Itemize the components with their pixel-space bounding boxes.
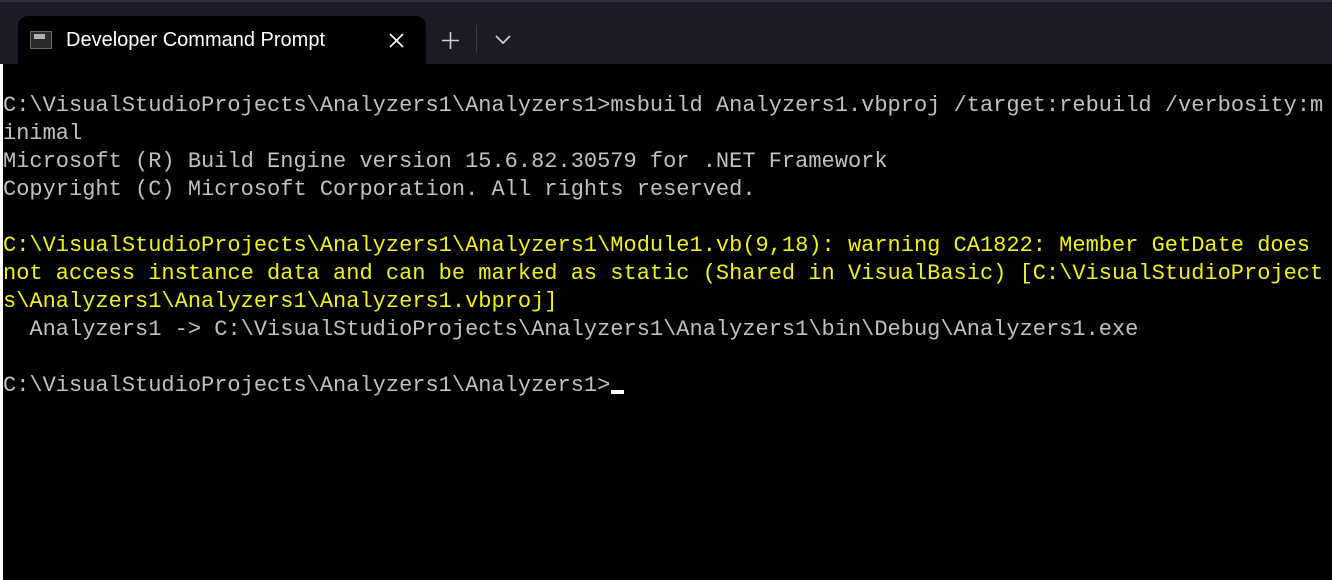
prompt-path: C:\VisualStudioProjects\Analyzers1\Analy… xyxy=(3,373,610,398)
terminal-content: C:\VisualStudioProjects\Analyzers1\Analy… xyxy=(3,92,1332,400)
title-bar: Developer Command Prompt xyxy=(0,0,1332,64)
prompt-path: C:\VisualStudioProjects\Analyzers1\Analy… xyxy=(3,93,610,118)
close-icon xyxy=(389,33,404,48)
tab-dropdown-button[interactable] xyxy=(479,16,527,64)
tab-title: Developer Command Prompt xyxy=(66,29,368,52)
toolbar-divider xyxy=(476,25,477,53)
output-line: Copyright (C) Microsoft Corporation. All… xyxy=(3,176,1324,204)
terminal-area[interactable]: C:\VisualStudioProjects\Analyzers1\Analy… xyxy=(0,64,1332,580)
cursor xyxy=(611,390,624,394)
chevron-down-icon xyxy=(495,35,511,45)
close-tab-button[interactable] xyxy=(382,26,410,54)
new-tab-button[interactable] xyxy=(426,16,474,64)
output-line: Microsoft (R) Build Engine version 15.6.… xyxy=(3,148,1324,176)
terminal-tab[interactable]: Developer Command Prompt xyxy=(18,16,426,64)
warning-line: C:\VisualStudioProjects\Analyzers1\Analy… xyxy=(3,232,1324,316)
plus-icon xyxy=(442,32,459,49)
output-line: Analyzers1 -> C:\VisualStudioProjects\An… xyxy=(3,316,1324,344)
cmd-icon xyxy=(30,31,52,49)
